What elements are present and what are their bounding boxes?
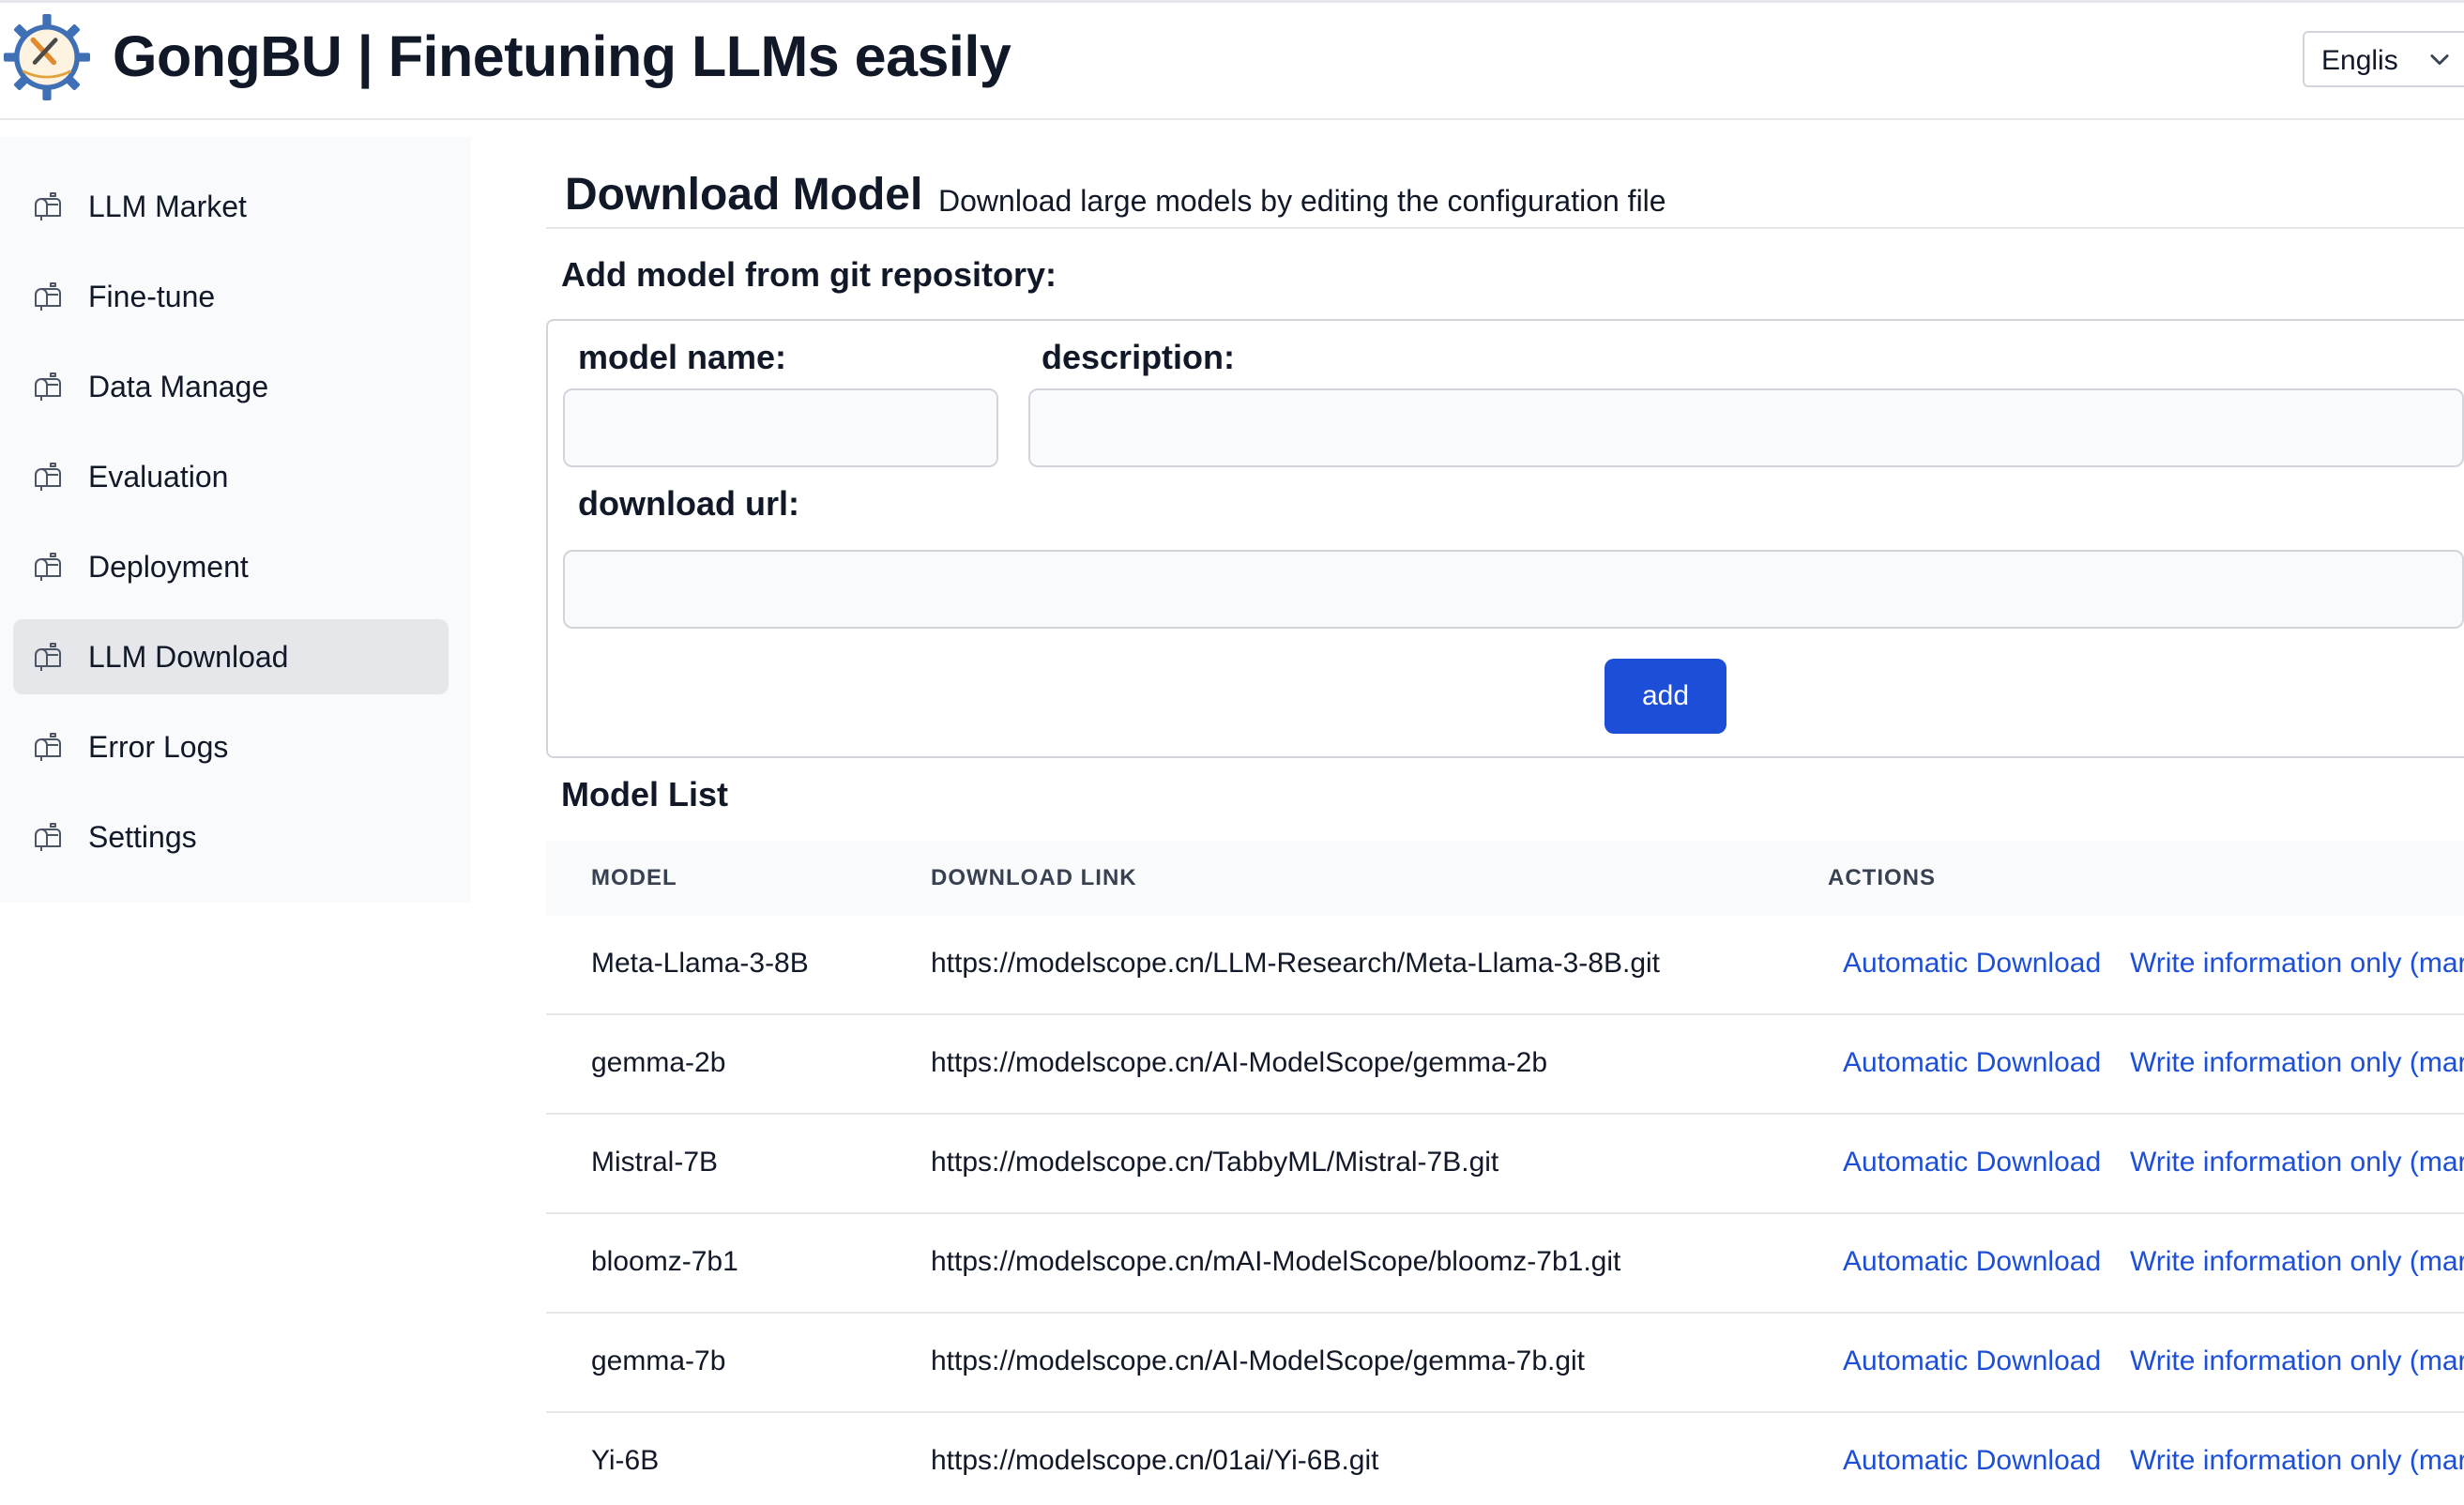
mailbox-icon — [35, 643, 61, 671]
automatic-download-link[interactable]: Automatic Download — [1843, 1445, 2101, 1477]
sidebar-item-data-manage[interactable]: Data Manage — [13, 349, 449, 424]
sidebar: LLM Market Fine-tune Data Manage Evaluat… — [0, 137, 471, 903]
write-info-only-link[interactable]: Write information only (mar — [2130, 1047, 2464, 1079]
download-link-cell: https://modelscope.cn/mAI-ModelScope/blo… — [931, 1246, 1621, 1277]
page-title: Download Model — [565, 170, 923, 220]
download-link-cell: https://modelscope.cn/AI-ModelScope/gemm… — [931, 1047, 1547, 1078]
sidebar-item-label: Error Logs — [88, 730, 229, 764]
description-input[interactable] — [1028, 388, 2464, 467]
sidebar-item-label: Fine-tune — [88, 280, 216, 313]
model-list-heading: Model List — [561, 775, 728, 813]
mailbox-icon — [35, 733, 61, 761]
model-cell: bloomz-7b1 — [591, 1246, 738, 1277]
mailbox-icon — [35, 372, 61, 401]
model-cell: Mistral-7B — [591, 1147, 719, 1178]
sidebar-item-label: Data Manage — [88, 370, 269, 403]
write-info-only-link[interactable]: Write information only (mar — [2130, 948, 2464, 980]
automatic-download-link[interactable]: Automatic Download — [1843, 1147, 2101, 1178]
automatic-download-link[interactable]: Automatic Download — [1843, 1246, 2101, 1278]
divider — [546, 227, 2464, 229]
table-row: Yi-6B https://modelscope.cn/01ai/Yi-6B.g… — [546, 1413, 2464, 1505]
sidebar-item-llm-market[interactable]: LLM Market — [13, 169, 449, 244]
app-title: GongBU | Finetuning LLMs easily — [113, 24, 1011, 88]
app-header: GongBU | Finetuning LLMs easily Englis — [0, 3, 2464, 120]
column-header-download-link: DOWNLOAD LINK — [931, 865, 1137, 890]
sidebar-item-label: LLM Market — [88, 190, 247, 223]
download-link-cell: https://modelscope.cn/01ai/Yi-6B.git — [931, 1445, 1379, 1476]
download-url-input[interactable] — [563, 550, 2464, 629]
model-name-label: model name: — [578, 338, 787, 376]
sidebar-item-error-logs[interactable]: Error Logs — [13, 709, 449, 784]
model-name-input[interactable] — [563, 388, 998, 467]
model-cell: gemma-7b — [591, 1345, 726, 1376]
sidebar-item-label: Deployment — [88, 550, 249, 584]
download-link-cell: https://modelscope.cn/TabbyML/Mistral-7B… — [931, 1147, 1499, 1178]
model-cell: Meta-Llama-3-8B — [591, 948, 809, 979]
automatic-download-link[interactable]: Automatic Download — [1843, 1345, 2101, 1377]
table-row: bloomz-7b1 https://modelscope.cn/mAI-Mod… — [546, 1214, 2464, 1314]
sidebar-item-label: Settings — [88, 820, 197, 854]
mailbox-icon — [35, 463, 61, 491]
table-row: gemma-7b https://modelscope.cn/AI-ModelS… — [546, 1314, 2464, 1413]
write-info-only-link[interactable]: Write information only (mar — [2130, 1246, 2464, 1278]
model-cell: gemma-2b — [591, 1047, 726, 1078]
sidebar-item-label: LLM Download — [88, 640, 289, 674]
table-header: MODEL DOWNLOAD LINK ACTIONS — [546, 841, 2464, 916]
write-info-only-link[interactable]: Write information only (mar — [2130, 1345, 2464, 1377]
write-info-only-link[interactable]: Write information only (mar — [2130, 1147, 2464, 1178]
add-button[interactable]: add — [1605, 659, 1726, 734]
sidebar-item-label: Evaluation — [88, 460, 229, 494]
download-link-cell: https://modelscope.cn/LLM-Research/Meta-… — [931, 948, 1661, 979]
description-label: description: — [1042, 338, 1236, 376]
form-heading: Add model from git repository: — [561, 255, 1057, 294]
sidebar-item-settings[interactable]: Settings — [13, 799, 449, 874]
write-info-only-link[interactable]: Write information only (mar — [2130, 1445, 2464, 1477]
column-header-model: MODEL — [591, 865, 677, 890]
column-header-actions: ACTIONS — [1828, 865, 1936, 890]
gear-logo-icon — [4, 14, 90, 100]
sidebar-item-llm-download[interactable]: LLM Download — [13, 619, 449, 694]
download-url-label: download url: — [578, 484, 799, 523]
add-model-form — [546, 319, 2464, 758]
sidebar-item-deployment[interactable]: Deployment — [13, 529, 449, 604]
page-subtitle: Download large models by editing the con… — [938, 184, 1666, 218]
mailbox-icon — [35, 553, 61, 581]
table-row: Mistral-7B https://modelscope.cn/TabbyML… — [546, 1115, 2464, 1214]
automatic-download-link[interactable]: Automatic Download — [1843, 948, 2101, 980]
mailbox-icon — [35, 192, 61, 220]
model-cell: Yi-6B — [591, 1445, 660, 1476]
sidebar-item-evaluation[interactable]: Evaluation — [13, 439, 449, 514]
download-link-cell: https://modelscope.cn/AI-ModelScope/gemm… — [931, 1345, 1586, 1376]
mailbox-icon — [35, 823, 61, 851]
mailbox-icon — [35, 282, 61, 311]
automatic-download-link[interactable]: Automatic Download — [1843, 1047, 2101, 1079]
chevron-down-icon — [2430, 54, 2449, 66]
table-row: gemma-2b https://modelscope.cn/AI-ModelS… — [546, 1015, 2464, 1115]
sidebar-item-fine-tune[interactable]: Fine-tune — [13, 259, 449, 334]
language-select[interactable]: Englis — [2303, 31, 2464, 87]
language-select-value: Englis — [2321, 45, 2398, 76]
table-row: Meta-Llama-3-8B https://modelscope.cn/LL… — [546, 916, 2464, 1015]
